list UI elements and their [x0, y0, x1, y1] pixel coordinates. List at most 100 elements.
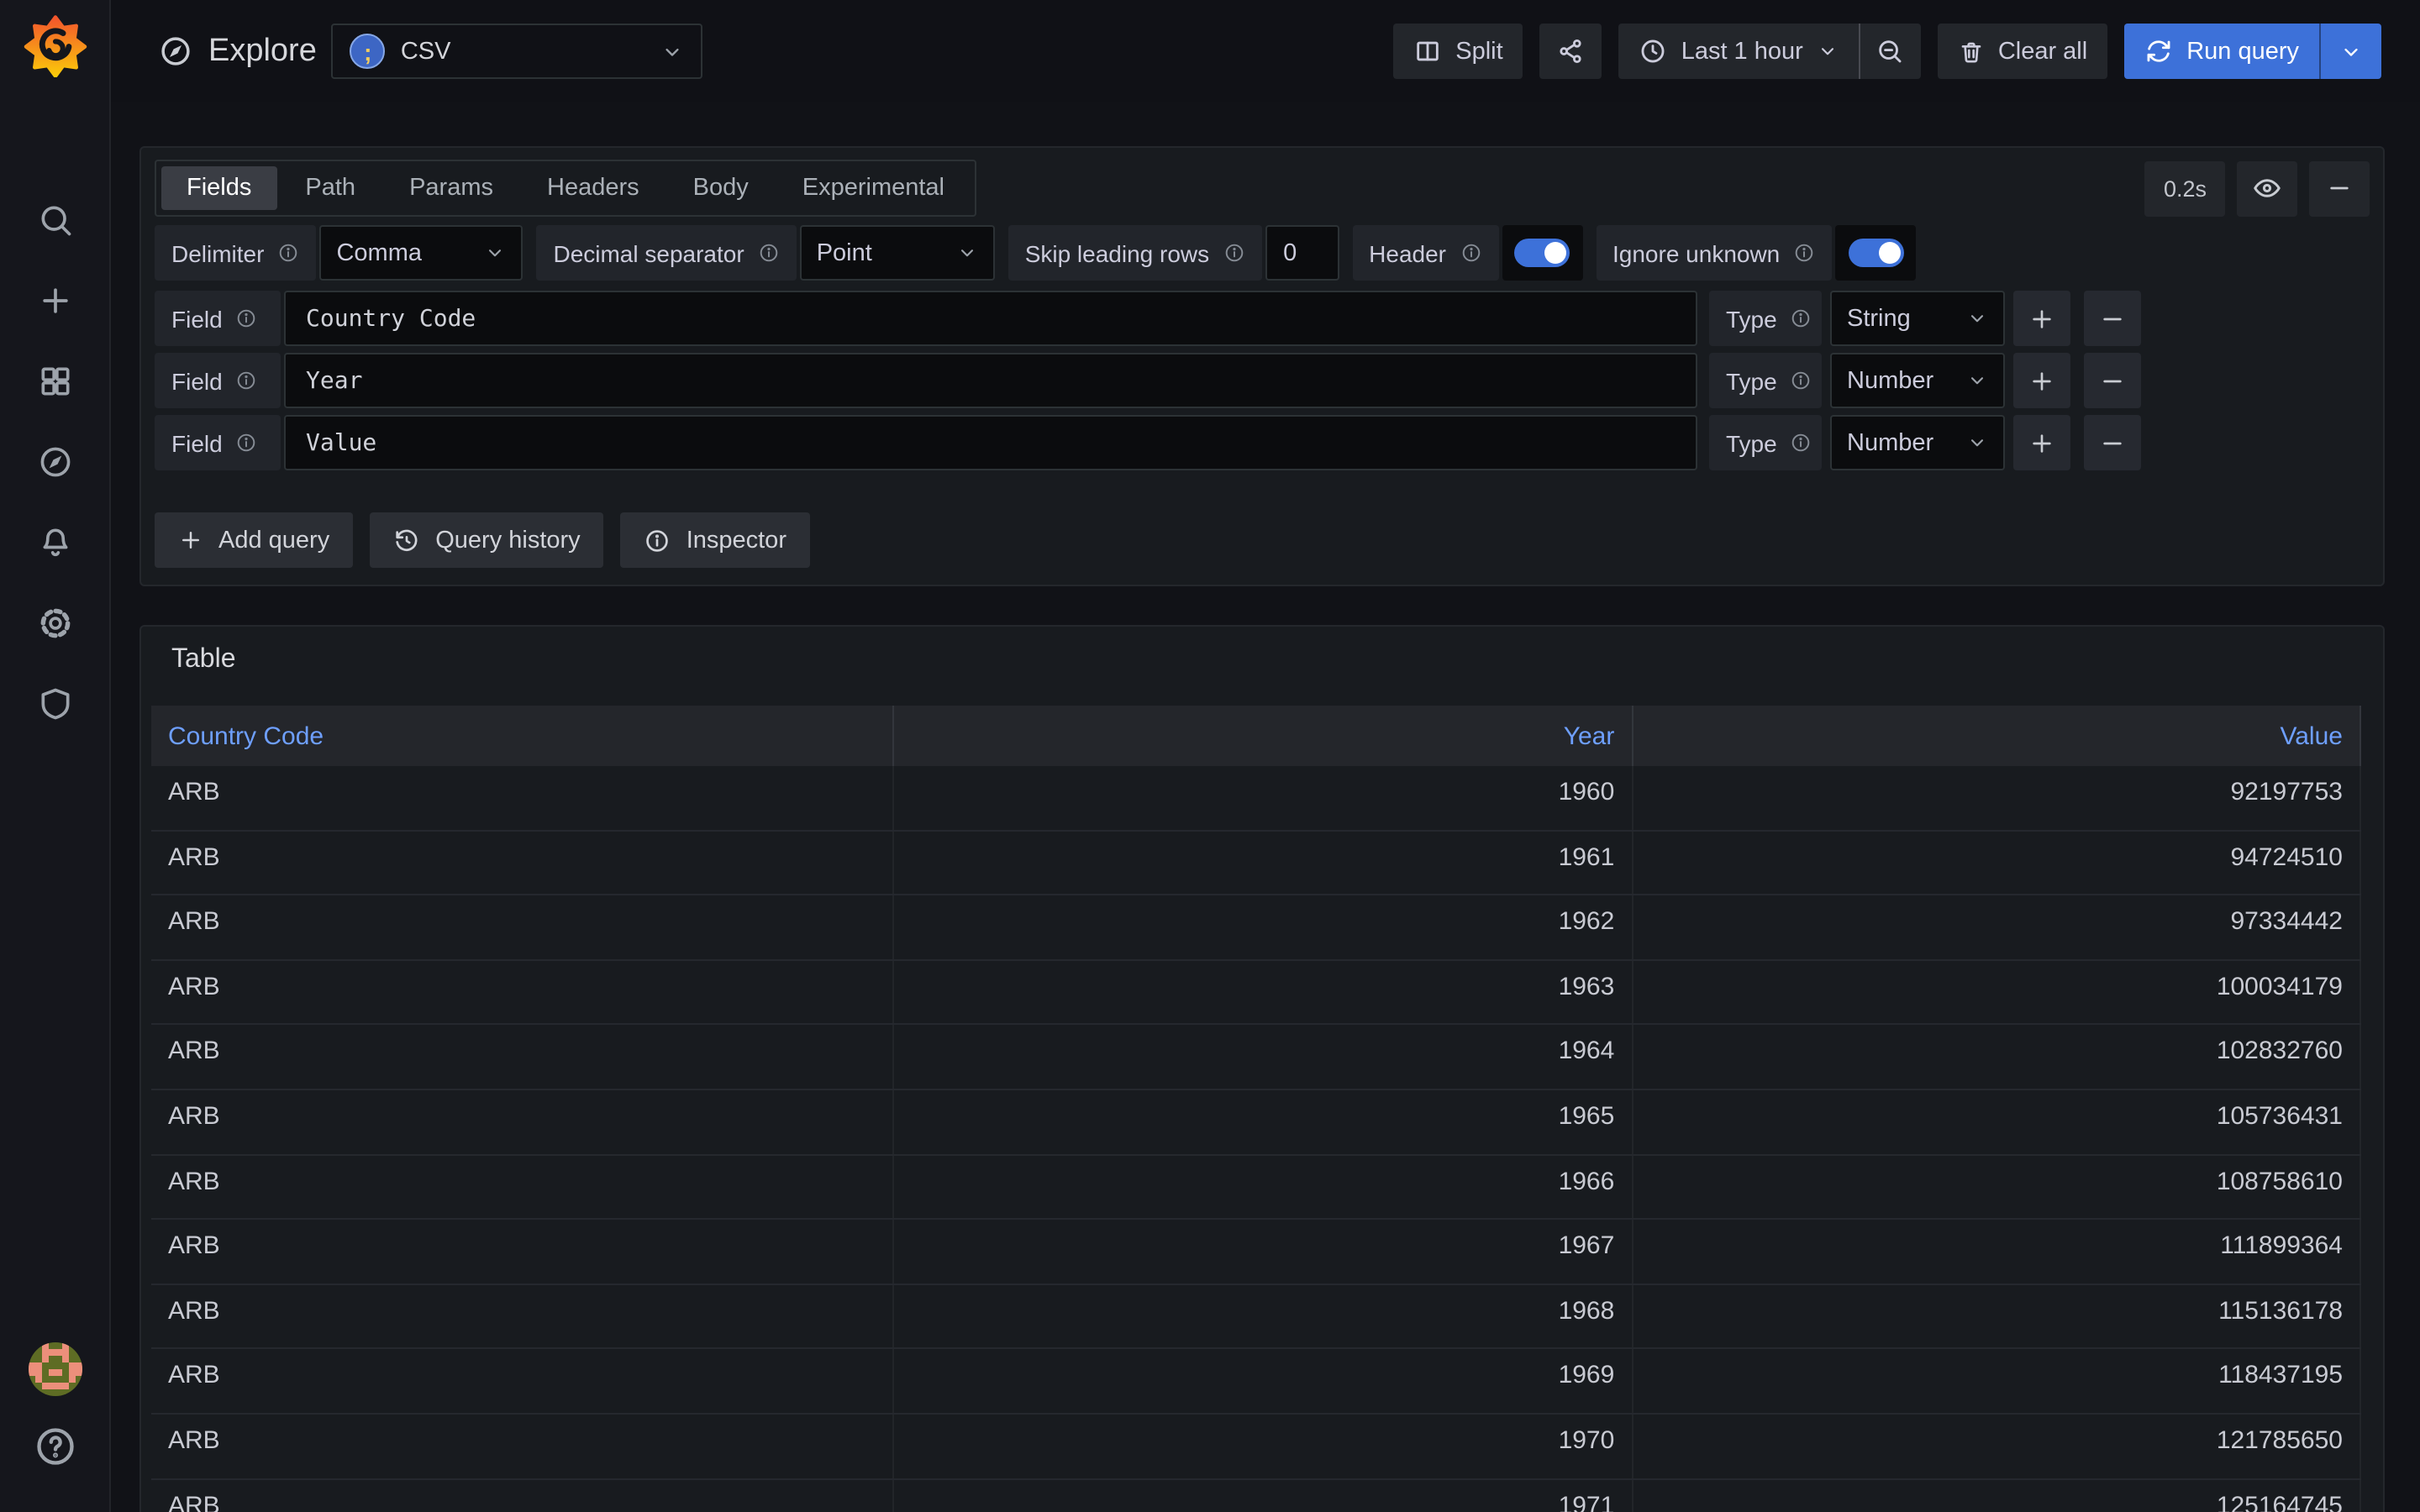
field-name-input[interactable]: Country Code — [284, 291, 1697, 346]
info-icon[interactable] — [1791, 307, 1812, 329]
field-name-input[interactable]: Year — [284, 353, 1697, 408]
add-query-button[interactable]: Add query — [155, 512, 353, 568]
topbar: Explore ; CSV Split Last 1 hour — [111, 0, 2420, 102]
sidebar-item-search[interactable] — [0, 180, 109, 260]
delimiter-select[interactable]: Comma — [319, 225, 523, 281]
header-toggle[interactable] — [1502, 225, 1582, 281]
chevron-down-icon — [1966, 307, 1988, 329]
tab[interactable]: Fields — [161, 166, 276, 210]
decimal-separator-select[interactable]: Point — [800, 225, 995, 281]
minus-icon — [2099, 367, 2126, 394]
column-header-country-code[interactable]: Country Code — [151, 706, 895, 766]
plus-icon — [2028, 367, 2055, 394]
user-avatar[interactable] — [28, 1342, 82, 1396]
tab[interactable]: Body — [668, 166, 774, 210]
tab[interactable]: Path — [280, 166, 381, 210]
clear-all-button[interactable]: Clear all — [1938, 24, 2107, 79]
query-history-button[interactable]: Query history — [370, 512, 603, 568]
info-icon[interactable] — [236, 307, 258, 329]
cell-country-code: ARB — [151, 1220, 895, 1283]
info-icon[interactable] — [758, 242, 780, 264]
sidebar-item-admin[interactable] — [0, 664, 109, 744]
type-label: Type — [1709, 353, 1822, 408]
tab[interactable]: Experimental — [777, 166, 970, 210]
minus-icon — [2326, 175, 2353, 202]
remove-field-button[interactable] — [2084, 415, 2141, 470]
sidebar-item-help[interactable] — [33, 1425, 76, 1468]
tab[interactable]: Params — [384, 166, 518, 210]
add-field-button[interactable] — [2013, 291, 2070, 346]
chevron-down-icon — [956, 242, 978, 264]
topbar-actions: Split Last 1 hour Clear all — [1393, 24, 2381, 79]
info-icon[interactable] — [236, 432, 258, 454]
run-query-dropdown-button[interactable] — [2319, 24, 2381, 79]
csv-options-row: Delimiter Comma Decimal separator Point … — [155, 225, 2370, 281]
select-value: Number — [1847, 429, 1933, 456]
cell-text: 1962 — [1559, 907, 1615, 936]
eye-icon — [2252, 173, 2282, 203]
sidebar — [0, 0, 111, 1512]
info-icon[interactable] — [1793, 242, 1815, 264]
remove-query-button[interactable] — [2309, 160, 2370, 216]
tab[interactable]: Headers — [522, 166, 665, 210]
grafana-logo[interactable] — [23, 13, 87, 81]
skip-leading-rows-input[interactable]: 0 — [1265, 225, 1339, 281]
field-type-select[interactable]: Number — [1830, 415, 2005, 470]
column-header-year[interactable]: Year — [895, 706, 1634, 766]
datasource-picker[interactable]: ; CSV — [332, 24, 703, 79]
sidebar-bottom — [28, 1342, 82, 1468]
table-row: ARB 1965 105736431 — [151, 1090, 2361, 1155]
add-field-button[interactable] — [2013, 415, 2070, 470]
column-header-value[interactable]: Value — [1633, 706, 2361, 766]
hide-response-button[interactable] — [2237, 160, 2297, 216]
cell-text: 1969 — [1559, 1362, 1615, 1390]
field-type-select[interactable]: Number — [1830, 353, 2005, 408]
remove-field-button[interactable] — [2084, 291, 2141, 346]
cell-country-code: ARB — [151, 1350, 895, 1413]
cell-value: 118437195 — [1633, 1350, 2361, 1413]
label-text: Field — [171, 305, 223, 332]
cell-value: 102832760 — [1633, 1026, 2361, 1089]
label-text: Ignore unknown — [1612, 239, 1780, 266]
cell-text: ARB — [168, 1362, 220, 1390]
run-query-button[interactable]: Run query — [2124, 24, 2319, 79]
plus-icon — [36, 282, 73, 319]
info-icon[interactable] — [1791, 370, 1812, 391]
time-picker-button[interactable]: Last 1 hour — [1619, 24, 1859, 79]
info-icon[interactable] — [236, 370, 258, 391]
table-row: ARB 1961 94724510 — [151, 831, 2361, 895]
split-button[interactable]: Split — [1393, 24, 1523, 79]
label-text: Field — [171, 429, 223, 456]
sidebar-item-create[interactable] — [0, 260, 109, 341]
table-row: ARB 1969 118437195 — [151, 1350, 2361, 1415]
cell-text: 1968 — [1559, 1297, 1615, 1326]
gear-icon — [36, 605, 73, 642]
info-icon[interactable] — [1223, 242, 1244, 264]
panel-title: Table — [171, 644, 236, 675]
sidebar-item-alerting[interactable] — [0, 502, 109, 583]
field-label: Field — [155, 291, 281, 346]
field-type-select[interactable]: String — [1830, 291, 2005, 346]
info-icon[interactable] — [1791, 432, 1812, 454]
remove-field-button[interactable] — [2084, 353, 2141, 408]
explore-content: Fields Path Params Headers — [111, 102, 2420, 1512]
panel-header[interactable]: Table — [141, 627, 2383, 692]
inspector-button[interactable]: Inspector — [621, 512, 810, 568]
ignore-unknown-toggle[interactable] — [1835, 225, 1916, 281]
cell-country-code: ARB — [151, 961, 895, 1024]
info-icon[interactable] — [1460, 242, 1481, 264]
info-icon[interactable] — [277, 242, 299, 264]
share-button[interactable] — [1540, 24, 1602, 79]
sidebar-item-configuration[interactable] — [0, 583, 109, 664]
results-table: Country Code Year Value ARB 1960 9219775… — [151, 706, 2361, 1512]
cell-text: 1965 — [1559, 1102, 1615, 1131]
dashboards-grid-icon — [36, 363, 73, 400]
cell-text: 94724510 — [2231, 843, 2344, 871]
cell-year: 1960 — [895, 766, 1634, 829]
sidebar-item-dashboards[interactable] — [0, 341, 109, 422]
field-row: Field Value Type Number — [155, 415, 2370, 470]
field-name-input[interactable]: Value — [284, 415, 1697, 470]
sidebar-item-explore[interactable] — [0, 422, 109, 502]
add-field-button[interactable] — [2013, 353, 2070, 408]
zoom-out-button[interactable] — [1859, 24, 1921, 79]
